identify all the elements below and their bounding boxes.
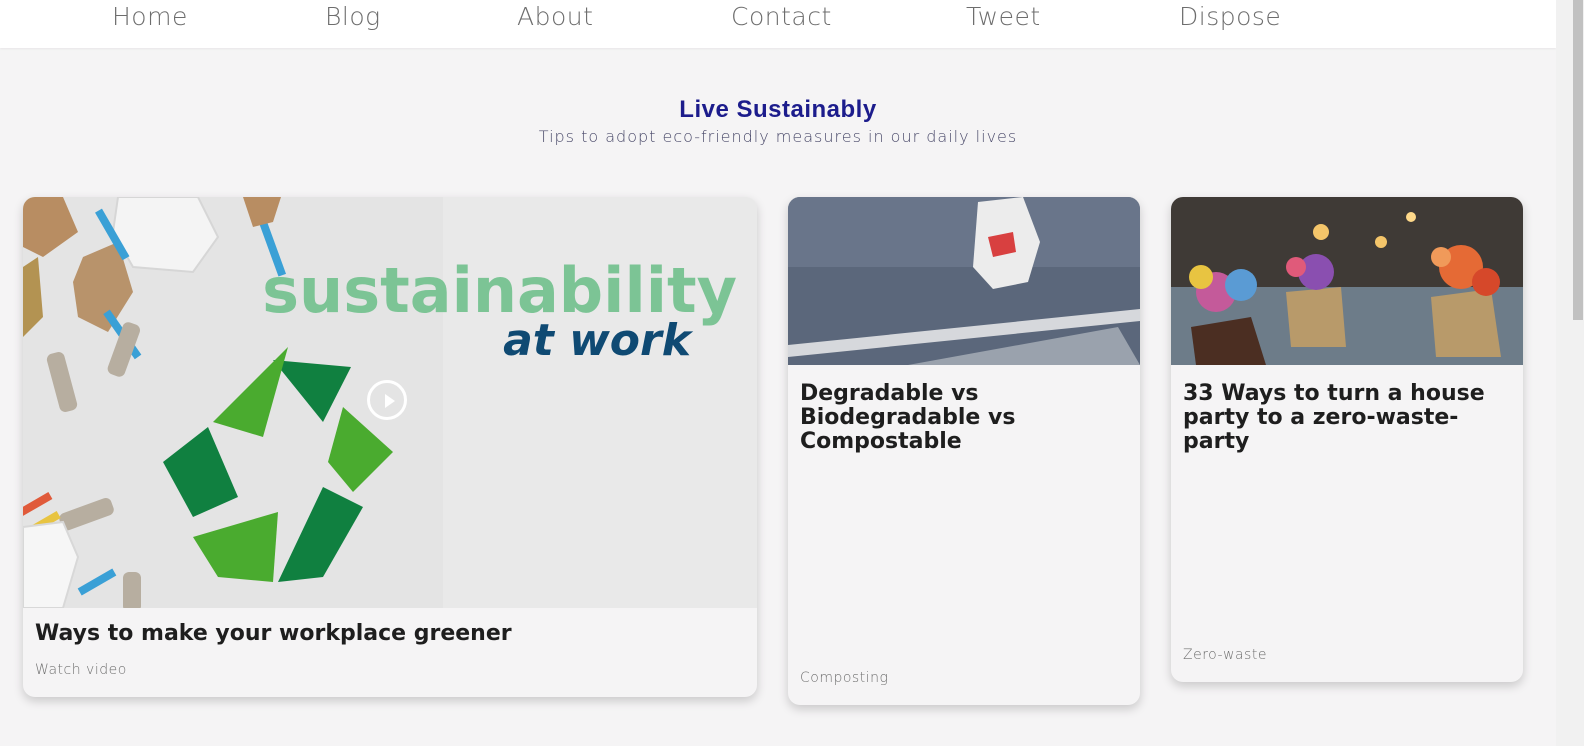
card-image-party-flowers <box>1171 197 1523 365</box>
card-zero-waste-party[interactable]: 33 Ways to turn a house party to a zero-… <box>1171 197 1523 682</box>
card-tag[interactable]: Composting <box>800 670 888 686</box>
card-workplace-greener[interactable]: sustainability at work Ways to make your… <box>23 197 757 697</box>
card-tag[interactable]: Zero-waste <box>1183 647 1267 663</box>
scrollbar-thumb[interactable] <box>1573 0 1583 320</box>
card-title[interactable]: Degradable vs Biodegradable vs Compostab… <box>800 382 1130 454</box>
play-icon[interactable] <box>367 380 407 420</box>
card-image-road-bag <box>788 197 1140 365</box>
card-title[interactable]: 33 Ways to turn a house party to a zero-… <box>1183 382 1518 454</box>
nav-about[interactable]: About <box>517 0 593 34</box>
section-title: Live Sustainably <box>679 96 877 123</box>
section-subtitle: Tips to adopt eco-friendly measures in o… <box>538 127 1018 146</box>
nav-blog[interactable]: Blog <box>325 0 381 34</box>
image-text-at-work: at work <box>503 315 694 366</box>
nav-dispose[interactable]: Dispose <box>1179 0 1281 34</box>
nav-home[interactable]: Home <box>112 0 188 34</box>
card-degradable[interactable]: Degradable vs Biodegradable vs Compostab… <box>788 197 1140 705</box>
card-tag[interactable]: Watch video <box>35 662 127 678</box>
nav-contact[interactable]: Contact <box>731 0 832 34</box>
nav-tweet[interactable]: Tweet <box>966 0 1041 34</box>
card-title[interactable]: Ways to make your workplace greener <box>35 622 745 646</box>
top-navbar: Home Blog About Contact Tweet Dispose <box>0 0 1556 48</box>
